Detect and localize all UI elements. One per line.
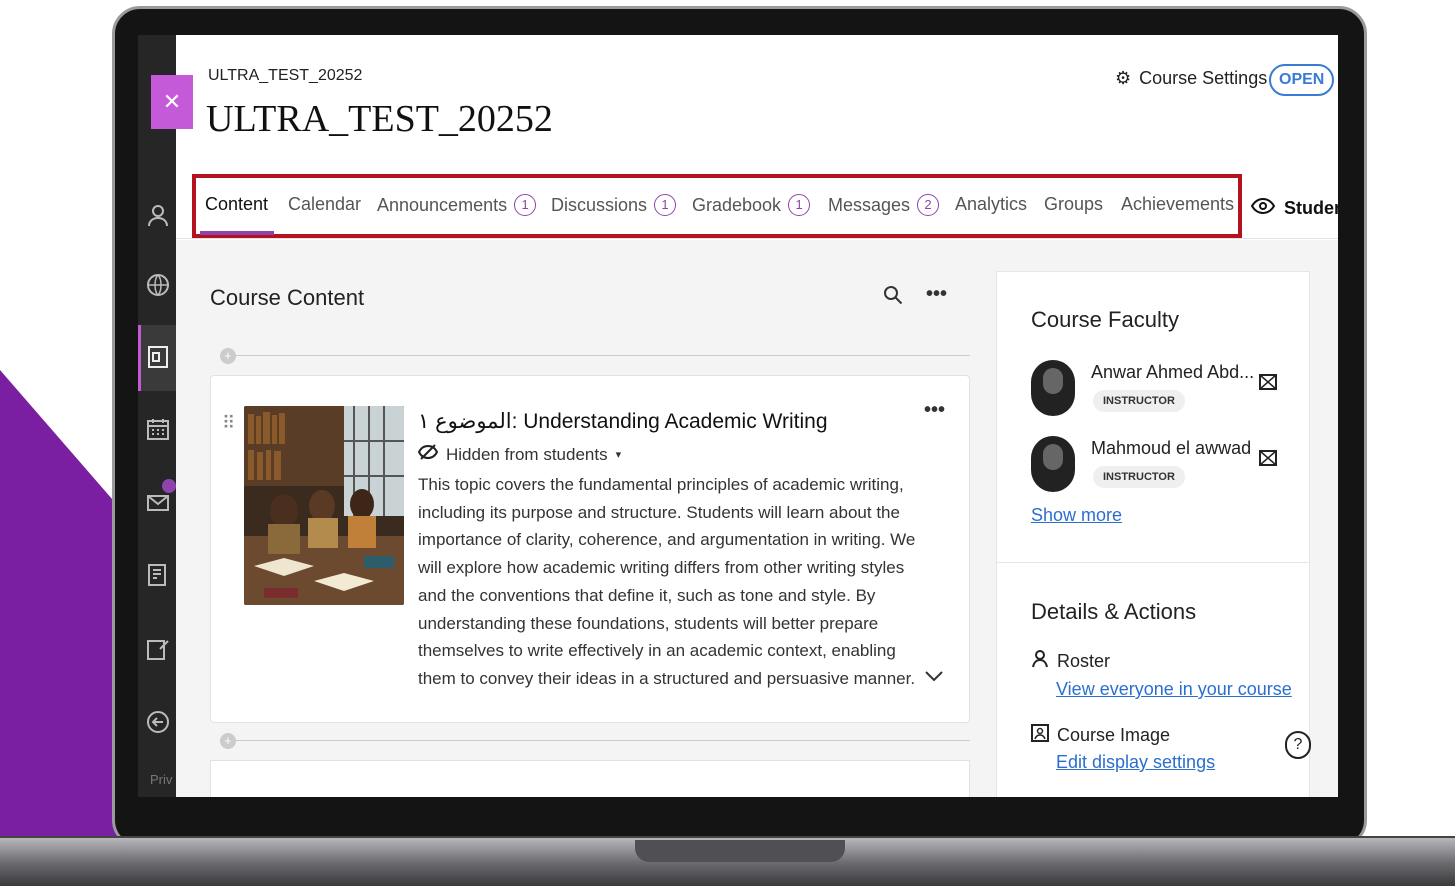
chevron-down-icon[interactable] xyxy=(924,665,944,688)
tab-label: Announcements xyxy=(377,194,508,215)
avatar xyxy=(1031,360,1075,416)
count-badge: 1 xyxy=(514,194,537,216)
faculty-title: Course Faculty xyxy=(1031,307,1179,332)
tab-gradebook[interactable]: Gradebook 1 xyxy=(692,194,811,216)
roster-icon xyxy=(1031,650,1049,673)
visibility-label: Hidden from students xyxy=(446,444,608,464)
roster-item: Roster xyxy=(1031,650,1110,673)
tab-groups[interactable]: Groups xyxy=(1044,194,1103,215)
globe-icon[interactable] xyxy=(146,273,170,297)
course-image-item: Course Image xyxy=(1031,724,1170,747)
tab-analytics[interactable]: Analytics xyxy=(955,194,1027,215)
student-preview-button[interactable]: Student xyxy=(1250,195,1338,222)
help-icon[interactable]: ? xyxy=(1285,731,1311,759)
laptop-notch xyxy=(635,840,845,862)
tab-label: Groups xyxy=(1044,194,1104,214)
role-badge: INSTRUCTOR xyxy=(1093,390,1185,412)
screen: Priv ✕ ULTRA_TEST_20252 ULTRA_TEST_20252… xyxy=(138,35,1338,797)
tab-label: Gradebook xyxy=(692,194,782,215)
roster-link[interactable]: View everyone in your course xyxy=(1056,679,1292,700)
content-item-description: This topic covers the fundamental princi… xyxy=(418,475,916,688)
close-icon: ✕ xyxy=(162,89,182,114)
close-course-button[interactable]: ✕ xyxy=(151,75,193,129)
search-icon[interactable] xyxy=(883,285,903,311)
tab-announcements[interactable]: Announcements 1 xyxy=(377,194,537,216)
tab-label: Calendar xyxy=(288,194,362,214)
count-badge: 2 xyxy=(917,194,940,216)
roster-label: Roster xyxy=(1057,651,1111,671)
courses-icon[interactable] xyxy=(146,345,170,369)
tab-discussions[interactable]: Discussions 1 xyxy=(551,194,677,216)
divider xyxy=(996,562,1310,563)
gear-icon: ⚙ xyxy=(1115,68,1132,88)
eye-refresh-icon xyxy=(1250,195,1276,222)
role-badge: INSTRUCTOR xyxy=(1093,466,1185,488)
section-title: Course Content xyxy=(210,285,365,310)
mail-icon[interactable] xyxy=(1259,374,1277,395)
tab-label: Discussions xyxy=(551,194,648,215)
avatar xyxy=(1031,436,1075,492)
course-settings-label: Course Settings xyxy=(1139,68,1268,88)
item-options-icon[interactable]: ••• xyxy=(924,399,945,422)
count-badge: 1 xyxy=(788,194,811,216)
privacy-link[interactable]: Priv xyxy=(150,772,172,787)
count-badge: 1 xyxy=(654,194,677,216)
tab-label: Achievements xyxy=(1121,194,1235,214)
show-more-link[interactable]: Show more xyxy=(1031,505,1122,526)
add-content-icon[interactable]: + xyxy=(220,733,236,749)
details-title: Details & Actions xyxy=(1031,599,1197,624)
tab-label: Content xyxy=(205,194,269,214)
tab-content[interactable]: Content xyxy=(205,194,268,215)
visibility-dropdown[interactable]: Hidden from students ▾ xyxy=(417,443,622,466)
more-options-icon[interactable]: ••• xyxy=(926,283,947,306)
messages-badge xyxy=(162,479,176,493)
course-status-badge[interactable]: OPEN xyxy=(1269,64,1335,96)
mail-icon[interactable] xyxy=(1259,450,1277,471)
divider xyxy=(230,740,970,741)
faculty-name[interactable]: Anwar Ahmed Abd... xyxy=(1091,362,1254,383)
tools-icon[interactable] xyxy=(146,637,170,661)
caret-down-icon: ▾ xyxy=(615,449,622,461)
hidden-eye-icon xyxy=(417,443,439,466)
sidebar: Priv xyxy=(138,35,176,797)
tab-label: Messages xyxy=(828,194,911,215)
edit-display-settings-link[interactable]: Edit display settings xyxy=(1056,752,1215,773)
page-title: ULTRA_TEST_20252 xyxy=(206,98,553,140)
tab-label: Analytics xyxy=(955,194,1028,214)
profile-icon[interactable] xyxy=(146,203,170,227)
drag-handle-icon[interactable]: ⠿ xyxy=(222,413,235,434)
image-icon xyxy=(1031,724,1049,747)
content-item-card xyxy=(210,760,970,797)
grades-icon[interactable] xyxy=(146,563,170,587)
messages-icon[interactable] xyxy=(146,491,170,515)
content-item-title[interactable]: الموضوع ١: Understanding Academic Writin… xyxy=(418,409,828,434)
add-content-icon[interactable]: + xyxy=(220,348,236,364)
course-code: ULTRA_TEST_20252 xyxy=(208,67,363,84)
sign-out-icon[interactable] xyxy=(146,710,170,734)
tab-calendar[interactable]: Calendar xyxy=(288,194,361,215)
course-image-label: Course Image xyxy=(1057,725,1171,745)
course-settings-button[interactable]: ⚙ Course Settings xyxy=(1115,68,1267,89)
student-preview-label: Student xyxy=(1284,198,1338,218)
content-thumbnail xyxy=(244,406,404,605)
faculty-name[interactable]: Mahmoud el awwad xyxy=(1091,438,1251,459)
divider xyxy=(230,355,970,356)
course-details-panel xyxy=(996,271,1310,797)
tab-achievements[interactable]: Achievements xyxy=(1121,194,1234,215)
active-tab-indicator xyxy=(200,231,274,235)
tab-messages[interactable]: Messages 2 xyxy=(828,194,940,216)
calendar-icon[interactable] xyxy=(146,417,170,441)
